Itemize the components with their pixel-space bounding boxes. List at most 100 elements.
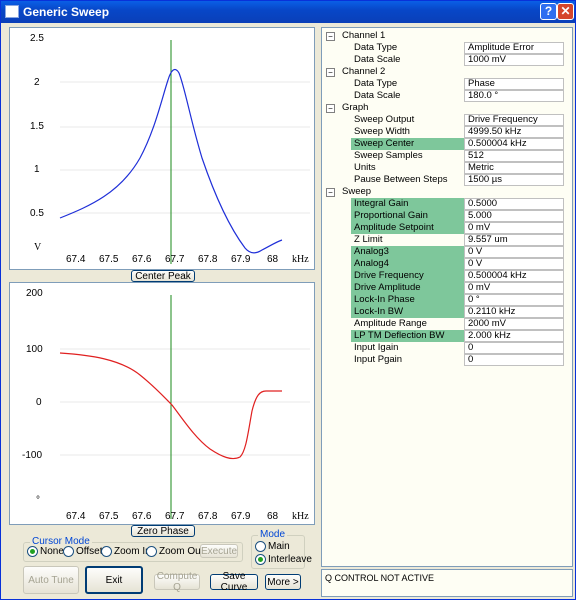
tree-group-label: Channel 1	[342, 30, 386, 41]
radio-dot	[63, 546, 74, 557]
tree-row-value[interactable]: 5.000	[464, 210, 564, 222]
y-tick-label: 2.5	[30, 33, 44, 44]
tree-row[interactable]: Integral Gain 0.5000	[322, 198, 572, 210]
tree-row-value[interactable]: 0 °	[464, 294, 564, 306]
more-button[interactable]: More >	[265, 574, 301, 590]
tree-row[interactable]: Z Limit 9.557 um	[322, 234, 572, 246]
x-tick-label: 67.8	[198, 511, 218, 522]
tree-group-channel2[interactable]: − Channel 2	[322, 66, 572, 78]
tree-row[interactable]: Proportional Gain 5.000	[322, 210, 572, 222]
tree-row[interactable]: Input Igain 0	[322, 342, 572, 354]
tree-row[interactable]: Sweep Width 4999.50 kHz	[322, 126, 572, 138]
tree-row-value[interactable]: 0	[464, 354, 564, 366]
tree-group-sweep[interactable]: − Sweep	[322, 186, 572, 198]
tree-row[interactable]: Sweep Output Drive Frequency	[322, 114, 572, 126]
tree-row-value[interactable]: 180.0 °	[464, 90, 564, 102]
tree-row-value[interactable]: 0	[464, 342, 564, 354]
center-peak-button[interactable]: Center Peak	[131, 270, 195, 282]
execute-button[interactable]: Execute	[200, 544, 238, 558]
tree-row-label: Analog4	[354, 258, 389, 270]
tree-row[interactable]: Data Type Phase	[322, 78, 572, 90]
tree-row[interactable]: Drive Amplitude 0 mV	[322, 282, 572, 294]
tree-group-channel1[interactable]: − Channel 1	[322, 30, 572, 42]
collapse-icon[interactable]: −	[326, 104, 335, 113]
tree-row-label: Analog3	[354, 246, 389, 258]
zero-phase-button[interactable]: Zero Phase	[131, 525, 195, 537]
phase-graph[interactable]: 200 100 0 -100 ° 67.4 67.5 67.6 67.7 67.…	[9, 282, 315, 525]
tree-row-value[interactable]: Drive Frequency	[464, 114, 564, 126]
cursor-none-radio[interactable]: None	[27, 546, 64, 557]
tree-row-value[interactable]: 0.500004 kHz	[464, 138, 564, 150]
auto-tune-button[interactable]: Auto Tune	[23, 566, 79, 594]
close-button[interactable]: ✕	[557, 3, 574, 20]
collapse-icon[interactable]: −	[326, 188, 335, 197]
mode-interleave-radio[interactable]: Interleave	[255, 554, 312, 565]
tree-row-label: Drive Amplitude	[354, 282, 421, 294]
collapse-icon[interactable]: −	[326, 32, 335, 41]
mode-main-radio[interactable]: Main	[255, 541, 290, 552]
tree-row[interactable]: Pause Between Steps 1500 µs	[322, 174, 572, 186]
tree-row-label: Sweep Output	[354, 114, 415, 125]
tree-row[interactable]: Sweep Center 0.500004 kHz	[322, 138, 572, 150]
cursor-offset-radio[interactable]: Offset	[63, 546, 103, 557]
tree-row[interactable]: Units Metric	[322, 162, 572, 174]
tree-row-value[interactable]: 1500 µs	[464, 174, 564, 186]
tree-row-value[interactable]: 0.500004 kHz	[464, 270, 564, 282]
window-icon	[5, 5, 19, 18]
tree-row-value[interactable]: Phase	[464, 78, 564, 90]
tree-row[interactable]: LP TM Deflection BW 2.000 kHz	[322, 330, 572, 342]
title-bar[interactable]: Generic Sweep ? ✕	[1, 1, 575, 23]
tree-row[interactable]: Data Type Amplitude Error	[322, 42, 572, 54]
tree-row-value[interactable]: 4999.50 kHz	[464, 126, 564, 138]
radio-dot	[146, 546, 157, 557]
tree-row-value[interactable]: 0 mV	[464, 222, 564, 234]
tree-row[interactable]: Drive Frequency 0.500004 kHz	[322, 270, 572, 282]
x-unit-label: kHz	[292, 511, 309, 522]
save-curve-button[interactable]: Save Curve	[210, 571, 258, 593]
y-unit-label: °	[36, 495, 40, 506]
exit-button[interactable]: Exit	[85, 566, 143, 594]
y-tick-label: 200	[26, 288, 43, 299]
tree-row-value[interactable]: 0 mV	[464, 282, 564, 294]
tree-row[interactable]: Lock-In BW 0.2110 kHz	[322, 306, 572, 318]
phase-plot-area	[59, 295, 310, 519]
x-tick-label: 67.6	[132, 254, 152, 265]
tree-row-value[interactable]: 2.000 kHz	[464, 330, 564, 342]
tree-row-value[interactable]: 2000 mV	[464, 318, 564, 330]
tree-row[interactable]: Analog4 0 V	[322, 258, 572, 270]
radio-label: None	[40, 546, 64, 557]
collapse-icon[interactable]: −	[326, 68, 335, 77]
tree-row-label: Lock-In BW	[354, 306, 404, 318]
tree-row[interactable]: Analog3 0 V	[322, 246, 572, 258]
tree-row-value[interactable]: Metric	[464, 162, 564, 174]
tree-row-value[interactable]: 0.5000	[464, 198, 564, 210]
compute-q-button[interactable]: Compute Q	[154, 571, 200, 593]
tree-row-value[interactable]: 9.557 um	[464, 234, 564, 246]
tree-row[interactable]: Data Scale 180.0 °	[322, 90, 572, 102]
y-tick-label: 2	[34, 77, 40, 88]
tree-group-graph[interactable]: − Graph	[322, 102, 572, 114]
tree-row[interactable]: Input Pgain 0	[322, 354, 572, 366]
tree-row[interactable]: Amplitude Setpoint 0 mV	[322, 222, 572, 234]
tree-row-label: Input Pgain	[354, 354, 403, 365]
tree-row[interactable]: Amplitude Range 2000 mV	[322, 318, 572, 330]
help-button[interactable]: ?	[540, 3, 557, 20]
tree-row-label: Sweep Width	[354, 126, 410, 137]
tree-row[interactable]: Data Scale 1000 mV	[322, 54, 572, 66]
tree-row-value[interactable]: 512	[464, 150, 564, 162]
tree-row[interactable]: Sweep Samples 512	[322, 150, 572, 162]
amplitude-graph[interactable]: 2.5 2 1.5 1 0.5 V 67.4 67.5 67.6 67.7 67…	[9, 27, 315, 270]
tree-row-value[interactable]: Amplitude Error	[464, 42, 564, 54]
tree-row-label: Z Limit	[354, 234, 383, 245]
tree-row-value[interactable]: 0 V	[464, 258, 564, 270]
tree-row-value[interactable]: 1000 mV	[464, 54, 564, 66]
x-tick-label: 67.9	[231, 511, 251, 522]
cursor-zoom-out-radio[interactable]: Zoom Out	[146, 546, 203, 557]
tree-row-label: Pause Between Steps	[354, 174, 448, 185]
tree-row-value[interactable]: 0 V	[464, 246, 564, 258]
tree-row[interactable]: Lock-In Phase 0 °	[322, 294, 572, 306]
radio-label: Zoom Out	[159, 546, 204, 557]
tree-row-value[interactable]: 0.2110 kHz	[464, 306, 564, 318]
tree-row-label: Proportional Gain	[354, 210, 428, 222]
cursor-zoom-in-radio[interactable]: Zoom In	[101, 546, 151, 557]
